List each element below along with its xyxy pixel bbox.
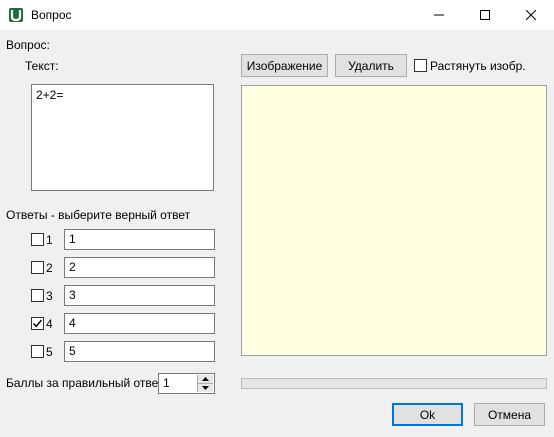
answer-input-4[interactable]: 4 [64,313,215,334]
stretch-image-checkbox[interactable] [414,59,427,72]
answer-number-4: 4 [46,317,53,331]
app-icon [8,7,24,23]
cancel-button[interactable]: Отмена [474,403,545,426]
spinner-buttons [197,375,213,392]
close-icon [526,10,536,20]
close-button[interactable] [508,0,554,30]
ok-button-label: Ok [419,407,436,422]
delete-image-button-label: Удалить [348,58,394,73]
cancel-button-label: Отмена [487,407,532,422]
image-button-label: Изображение [246,58,323,73]
answer-value-2: 2 [69,260,76,274]
text-label: Текст: [25,59,59,73]
answer-value-1: 1 [69,232,76,246]
minimize-icon [434,14,444,16]
answer-checkbox-3[interactable] [31,289,44,302]
answer-checkbox-4[interactable] [31,317,44,330]
spin-up-button[interactable] [198,375,213,384]
answer-input-1[interactable]: 1 [64,229,215,250]
score-value: 1 [163,376,170,390]
title-bar: Вопрос [0,0,554,30]
question-text-input[interactable]: 2+2= [31,84,214,191]
answer-value-4: 4 [69,316,76,330]
arrow-down-icon [202,386,209,390]
ok-button[interactable]: Ok [392,403,463,426]
question-text-value: 2+2= [36,88,64,102]
window-title: Вопрос [31,8,72,22]
answer-input-5[interactable]: 5 [64,341,215,362]
answer-number-3: 3 [46,289,53,303]
answers-header: Ответы - выберите верный ответ [6,208,191,222]
answer-checkbox-1[interactable] [31,233,44,246]
answer-input-3[interactable]: 3 [64,285,215,306]
minimize-button[interactable] [416,0,462,30]
answer-number-2: 2 [46,261,53,275]
score-spinner[interactable]: 1 [158,373,215,394]
answer-number-1: 1 [46,233,53,247]
answer-checkbox-2[interactable] [31,261,44,274]
stretch-image-label: Растянуть изобр. [430,59,526,73]
maximize-button[interactable] [462,0,508,30]
maximize-icon [480,10,490,20]
image-button[interactable]: Изображение [241,54,328,77]
answer-value-3: 3 [69,288,76,302]
answer-number-5: 5 [46,345,53,359]
delete-image-button[interactable]: Удалить [335,54,407,77]
answer-value-5: 5 [69,344,76,358]
checkmark-icon [32,319,43,328]
score-label: Баллы за правильный ответ: [6,376,167,390]
answer-checkbox-5[interactable] [31,345,44,358]
spin-down-button[interactable] [198,384,213,392]
question-group-label: Вопрос: [6,38,50,52]
image-panel [241,85,547,356]
arrow-up-icon [202,377,209,381]
answer-input-2[interactable]: 2 [64,257,215,278]
progress-bar [241,378,547,389]
